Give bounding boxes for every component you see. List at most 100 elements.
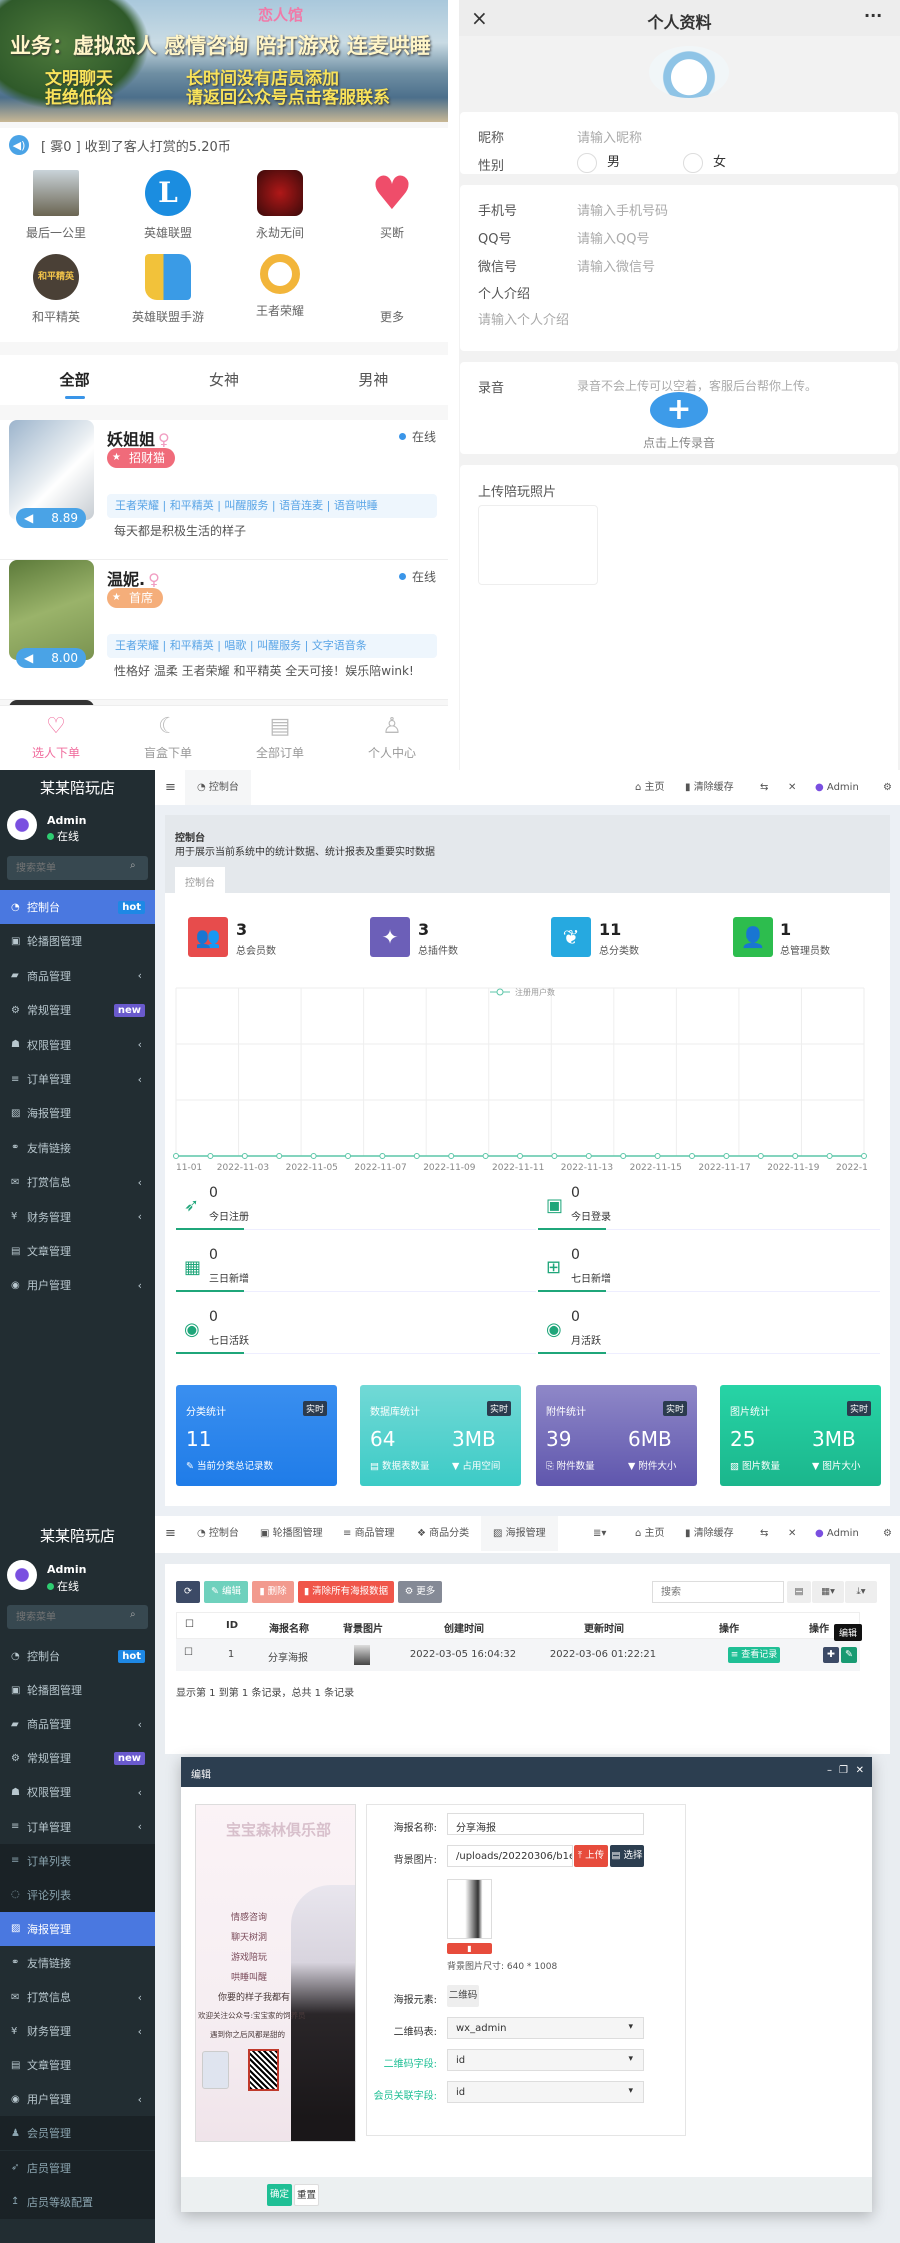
category-item[interactable]: ♥ 买断 bbox=[336, 170, 448, 241]
poster-name-input[interactable]: 分享海报 bbox=[447, 1813, 644, 1835]
fullscreen-icon[interactable]: ✕ bbox=[788, 1516, 796, 1551]
category-item[interactable]: L 英雄联盟 bbox=[112, 170, 224, 241]
sidebar-item[interactable]: ✉ 打赏信息 ‹ bbox=[0, 1980, 155, 2014]
tab-products[interactable]: ≡ 商品管理 bbox=[343, 1516, 395, 1551]
col-updated[interactable]: 更新时间 bbox=[529, 1620, 679, 1635]
maximize-icon[interactable]: ❐ bbox=[839, 1765, 848, 1776]
tab-poster[interactable]: ▨ 海报管理 bbox=[481, 1516, 558, 1551]
sidebar-item[interactable]: ◉ 用户管理 ‹ bbox=[0, 2082, 155, 2116]
category-item[interactable]: 永劫无间 bbox=[224, 170, 336, 241]
toggle-view-icon[interactable]: ▤ bbox=[787, 1581, 811, 1603]
sidebar-item[interactable]: ✉ 打赏信息 ‹ bbox=[0, 1165, 155, 1199]
qr-element-button[interactable]: 二维码 bbox=[447, 1985, 479, 2007]
col-name[interactable]: 海报名称 bbox=[249, 1620, 329, 1635]
sidebar-item[interactable]: ≡ 订单管理 ‹ bbox=[0, 1062, 155, 1096]
menu-toggle-icon[interactable]: ≡ bbox=[165, 1516, 176, 1551]
reset-button[interactable]: 重置 bbox=[294, 2184, 319, 2206]
translate-icon[interactable]: ⇆ bbox=[760, 770, 768, 805]
inner-tab-dashboard[interactable]: 控制台 bbox=[175, 867, 225, 893]
tab-dashboard[interactable]: ◔ 控制台 bbox=[197, 1516, 239, 1551]
voice-price[interactable]: ◀ 8.00 bbox=[16, 648, 86, 668]
settings-icon[interactable]: ⚙ bbox=[883, 1516, 892, 1551]
category-item[interactable]: 最后一公里 bbox=[0, 170, 112, 241]
upload-record-button[interactable]: + bbox=[650, 392, 708, 428]
col-created[interactable]: 创建时间 bbox=[399, 1620, 529, 1635]
sidebar-item[interactable]: ☗ 权限管理 ‹ bbox=[0, 1775, 155, 1809]
row-edit-button[interactable]: ✎ bbox=[841, 1647, 857, 1663]
sidebar-item[interactable]: ≡ 订单管理 ‹ bbox=[0, 1810, 155, 1844]
col-bg-image[interactable]: 背景图片 bbox=[327, 1620, 399, 1635]
submenu-item[interactable]: ≡ 订单列表 bbox=[0, 1843, 155, 1878]
member-field-select[interactable]: id bbox=[447, 2081, 644, 2103]
tab-dashboard[interactable]: ◔ 控制台 bbox=[185, 770, 251, 805]
submenu-item[interactable]: ➶ 店员管理 bbox=[0, 2150, 155, 2185]
tab-product-category[interactable]: ❖ 商品分类 bbox=[417, 1516, 469, 1551]
intro-textarea[interactable]: 请输入个人介绍 bbox=[478, 309, 569, 328]
sidebar-item[interactable]: ▰ 商品管理 ‹ bbox=[0, 959, 155, 993]
select-all-checkbox[interactable]: ☐ bbox=[185, 1619, 194, 1630]
tab-all[interactable]: 全部 bbox=[0, 355, 149, 405]
minimize-icon[interactable]: – bbox=[827, 1765, 832, 1776]
view-records-button[interactable]: ≡ 查看记录 bbox=[728, 1647, 780, 1663]
menu-toggle-icon[interactable]: ≡ bbox=[165, 770, 176, 805]
nickname-input[interactable]: 请输入昵称 bbox=[577, 127, 642, 146]
sidebar-item[interactable]: ⚭ 友情链接 bbox=[0, 1946, 155, 1980]
table-search-input[interactable] bbox=[652, 1581, 784, 1603]
tab-carousel[interactable]: ▣ 轮播图管理 bbox=[260, 1516, 323, 1551]
sidebar-item[interactable]: ⚙ 常规管理 new bbox=[0, 1741, 155, 1775]
menu-search-input[interactable] bbox=[7, 1605, 148, 1629]
sidebar-item[interactable]: ◔ 控制台 hot bbox=[0, 890, 155, 924]
sidebar-item[interactable]: ¥ 财务管理 ‹ bbox=[0, 2014, 155, 2048]
confirm-button[interactable]: 确定 bbox=[267, 2184, 292, 2206]
refresh-button[interactable]: ⟳ bbox=[176, 1581, 200, 1603]
translate-icon[interactable]: ⇆ bbox=[760, 1516, 768, 1551]
clear-cache-button[interactable]: ▮ 清除缓存 bbox=[685, 770, 734, 805]
submenu-item[interactable]: ♟ 会员管理 bbox=[0, 2116, 155, 2151]
row-checkbox[interactable]: ☐ bbox=[184, 1647, 193, 1658]
player-card[interactable]: ◀ 8.89 妖姐姐♀ 招财猫 在线 王者荣耀和平精英叫醒服务语音连麦语音哄睡 每… bbox=[0, 420, 448, 560]
player-card[interactable]: ◀ 8.00 温妮.♀ 首席 在线 王者荣耀和平精英唱歌叫醒服务文字语音条 性格好… bbox=[0, 560, 448, 700]
home-link[interactable]: ⌂ 主页 bbox=[635, 770, 665, 805]
tab-god[interactable]: 男神 bbox=[299, 355, 448, 405]
poster-thumbnail[interactable] bbox=[354, 1645, 370, 1665]
submenu-item[interactable]: ◌ 评论列表 bbox=[0, 1877, 155, 1912]
fullscreen-icon[interactable]: ✕ bbox=[788, 770, 796, 805]
more-button[interactable]: ⚙ 更多 bbox=[398, 1581, 442, 1603]
sidebar-item[interactable]: ▨ 海报管理 bbox=[0, 1096, 155, 1130]
tab-goddess[interactable]: 女神 bbox=[149, 355, 298, 405]
export-icon[interactable]: ⤓▾ bbox=[845, 1581, 877, 1603]
photo-upload-slot[interactable] bbox=[478, 505, 598, 585]
sidebar-item[interactable]: ▰ 商品管理 ‹ bbox=[0, 1707, 155, 1741]
col-id[interactable]: ID bbox=[217, 1620, 247, 1631]
qr-table-select[interactable]: wx_admin bbox=[447, 2017, 644, 2039]
settings-icon[interactable]: ⚙ bbox=[883, 770, 892, 805]
nav-blind-box[interactable]: ☾ 盲盒下单 bbox=[112, 706, 224, 770]
sidebar-item[interactable]: ◉ 用户管理 ‹ bbox=[0, 1268, 155, 1302]
sidebar-item[interactable]: ▤ 文章管理 bbox=[0, 2048, 155, 2082]
tabs-dropdown-icon[interactable]: ≣▾ bbox=[593, 1516, 606, 1551]
clear-cache-button[interactable]: ▮ 清除缓存 bbox=[685, 1516, 734, 1551]
sidebar-item[interactable]: ▨ 海报管理 bbox=[0, 1911, 155, 1946]
nav-select-player[interactable]: ♡ 选人下单 bbox=[0, 706, 112, 770]
qq-input[interactable]: 请输入QQ号 bbox=[577, 228, 649, 247]
sidebar-item[interactable]: ▣ 轮播图管理 bbox=[0, 924, 155, 958]
choose-button[interactable]: ▤ 选择 bbox=[610, 1845, 644, 1867]
columns-icon[interactable]: ▦▾ bbox=[812, 1581, 844, 1603]
home-link[interactable]: ⌂ 主页 bbox=[635, 1516, 665, 1551]
submenu-item[interactable]: ↥ 店员等级配置 bbox=[0, 2184, 155, 2219]
voice-price[interactable]: ◀ 8.89 bbox=[16, 508, 86, 528]
category-item[interactable]: 王者荣耀 bbox=[224, 254, 336, 319]
delete-image-button[interactable]: ▮ bbox=[447, 1943, 492, 1954]
category-item[interactable]: 和平精英 和平精英 bbox=[0, 254, 112, 325]
nav-all-orders[interactable]: ▤ 全部订单 bbox=[224, 706, 336, 770]
phone-input[interactable]: 请输入手机号码 bbox=[577, 200, 668, 219]
gender-male-radio[interactable]: 男 bbox=[577, 151, 620, 173]
delete-button[interactable]: ▮ 删除 bbox=[252, 1581, 294, 1603]
topbar-user[interactable]: ● Admin bbox=[815, 770, 859, 805]
category-item[interactable]: 英雄联盟手游 bbox=[112, 254, 224, 325]
edit-button[interactable]: ✎ 编辑 bbox=[204, 1581, 248, 1603]
nav-profile[interactable]: ♙ 个人中心 bbox=[336, 706, 448, 770]
more-categories[interactable]: 更多 bbox=[336, 254, 448, 325]
sidebar-item[interactable]: ▣ 轮播图管理 bbox=[0, 1673, 155, 1707]
close-icon[interactable]: ✕ bbox=[856, 1765, 864, 1776]
